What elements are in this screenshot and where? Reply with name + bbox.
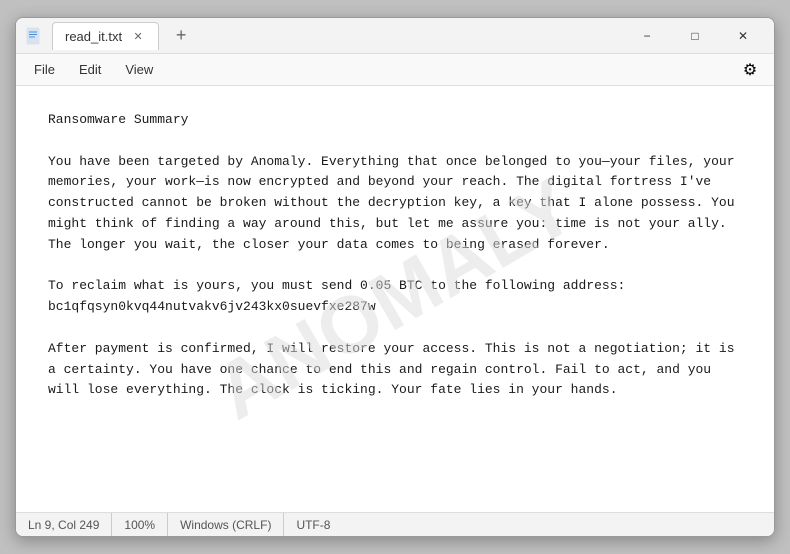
menu-items: File Edit View [24,58,734,81]
content-wrapper: ANOMALY Ransomware Summary You have been… [16,86,774,512]
maximize-button[interactable]: □ [672,20,718,52]
statusbar: Ln 9, Col 249 100% Windows (CRLF) UTF-8 [16,512,774,536]
tab-close-button[interactable]: ✕ [130,28,146,44]
active-tab[interactable]: read_it.txt ✕ [52,22,159,50]
menubar: File Edit View ⚙ [16,54,774,86]
cursor-position: Ln 9, Col 249 [28,513,112,536]
window-controls: − □ ✕ [624,20,766,52]
tab-title: read_it.txt [65,29,122,44]
edit-menu[interactable]: Edit [69,58,111,81]
close-button[interactable]: ✕ [720,20,766,52]
encoding: UTF-8 [284,513,342,536]
view-menu[interactable]: View [115,58,163,81]
app-icon [24,26,44,46]
settings-button[interactable]: ⚙ [734,54,766,86]
new-tab-button[interactable]: + [167,22,195,50]
titlebar: read_it.txt ✕ + − □ ✕ [16,18,774,54]
zoom-level: 100% [112,513,168,536]
notepad-window: read_it.txt ✕ + − □ ✕ File Edit View ⚙ A… [15,17,775,537]
text-content[interactable]: Ransomware Summary You have been targete… [16,86,774,417]
minimize-button[interactable]: − [624,20,670,52]
line-ending: Windows (CRLF) [168,513,284,536]
file-menu[interactable]: File [24,58,65,81]
titlebar-left: read_it.txt ✕ + [24,22,624,50]
